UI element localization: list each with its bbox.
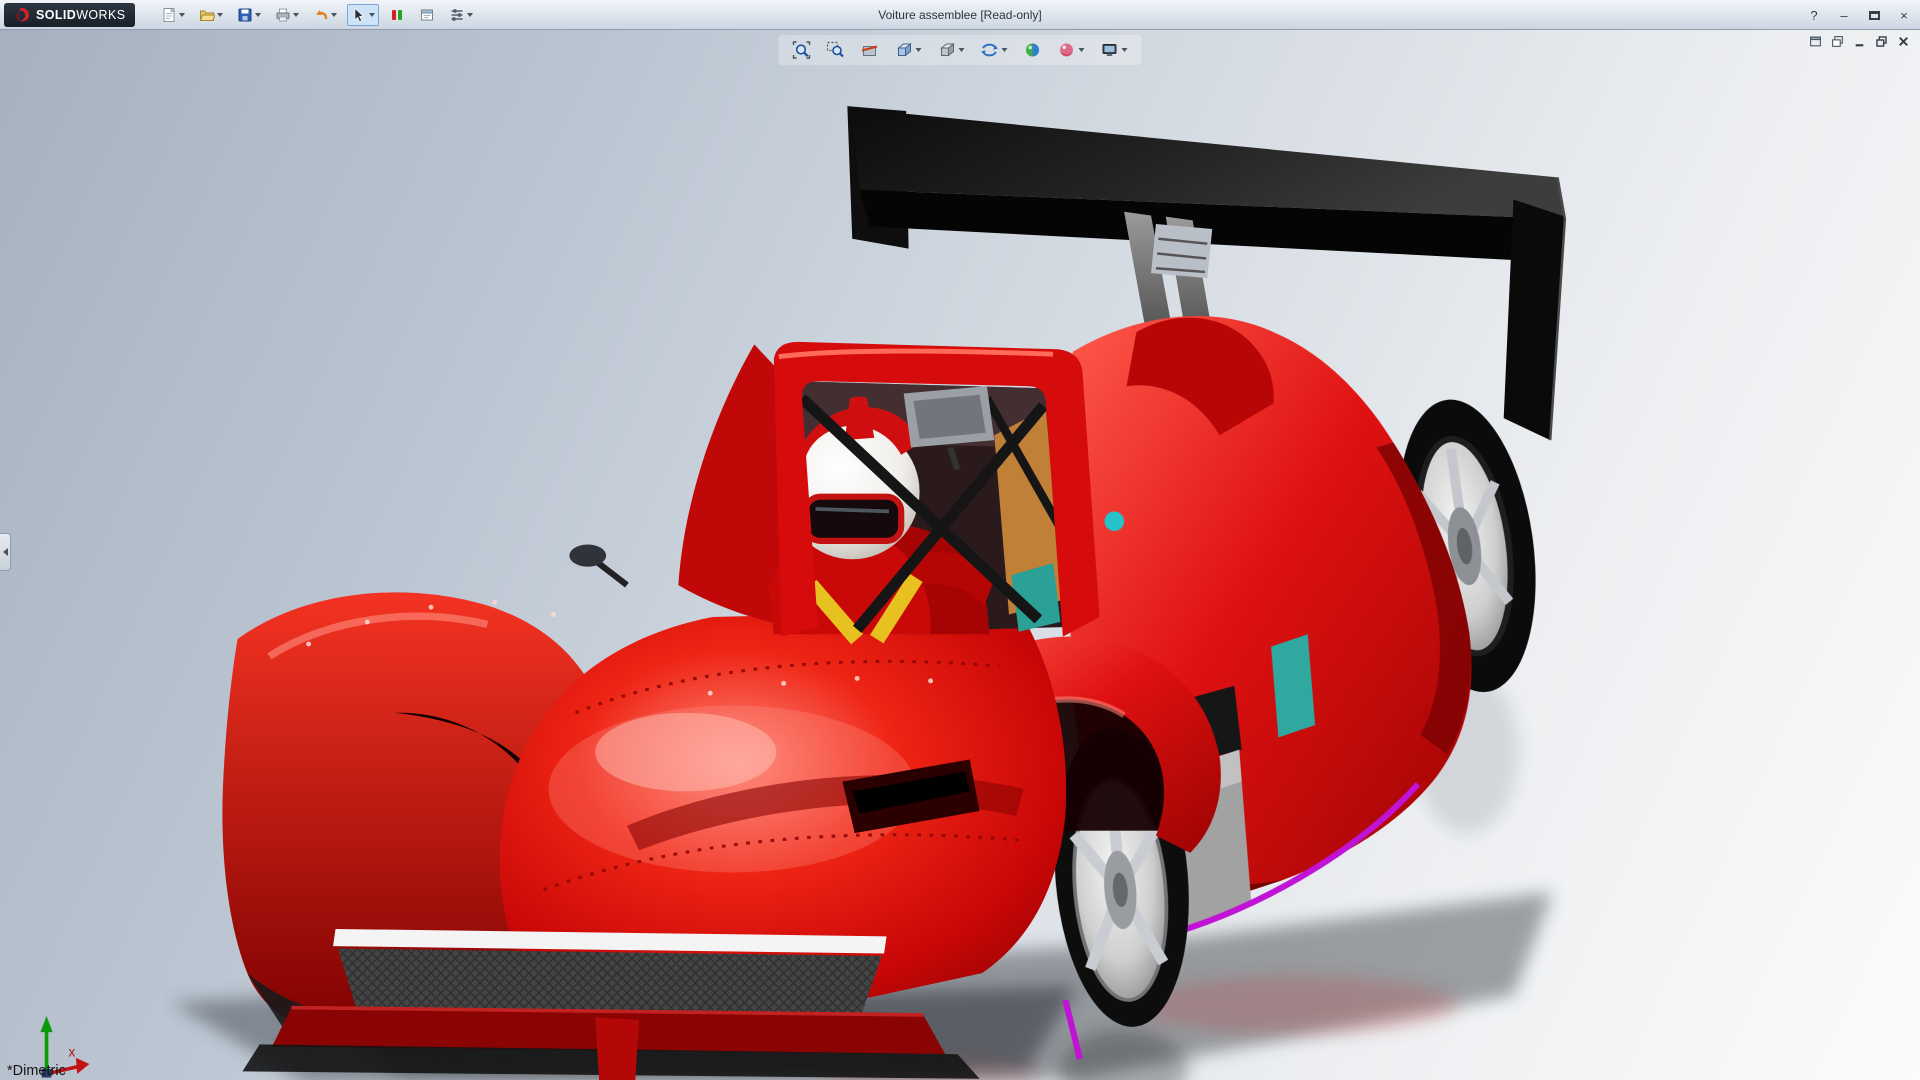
minimize-button[interactable]: –: [1834, 5, 1854, 25]
cascade-windows-icon: [1832, 36, 1843, 47]
select-cursor-icon: [355, 7, 365, 22]
cascade-windows-button[interactable]: [1829, 34, 1846, 49]
maximize-button[interactable]: [1864, 5, 1884, 25]
headsup-view-toolbar: [778, 35, 1142, 65]
open-folder-icon: [200, 10, 216, 21]
feature-tree-collapse-tab[interactable]: [0, 533, 11, 571]
zoom-to-fit-icon: [792, 41, 811, 59]
triad-x-label: x: [69, 1045, 76, 1060]
minimize-document-button[interactable]: [1851, 34, 1868, 49]
dropdown-caret[interactable]: [915, 48, 922, 52]
edit-appearance-button[interactable]: [1020, 38, 1046, 62]
select-button[interactable]: [347, 3, 380, 26]
help-button[interactable]: ?: [1804, 5, 1824, 25]
edit-appearance-globe-icon: [1026, 43, 1039, 57]
new-window-button[interactable]: [1807, 34, 1824, 49]
display-style-cube-icon: [940, 42, 955, 57]
dropdown-caret[interactable]: [1121, 48, 1128, 52]
new-document-button[interactable]: [157, 4, 189, 26]
drawing-sheet-button[interactable]: [415, 4, 439, 26]
apply-scene-button[interactable]: [1054, 38, 1089, 62]
save-floppy-icon: [238, 8, 252, 21]
window-title: Voiture assemblee [Read-only]: [878, 7, 1042, 22]
drawing-sheet-icon: [421, 9, 434, 20]
save-button[interactable]: [233, 4, 265, 26]
dropdown-caret[interactable]: [1001, 48, 1008, 52]
display-style-button[interactable]: [934, 38, 969, 62]
apply-scene-ball-icon: [1060, 43, 1073, 57]
dropdown-caret[interactable]: [958, 48, 965, 52]
options-sliders-icon: [451, 8, 463, 21]
open-button[interactable]: [195, 4, 227, 26]
dropdown-caret[interactable]: [217, 12, 224, 17]
view-settings-button[interactable]: [1097, 38, 1132, 62]
document-window-controls: [1807, 34, 1912, 49]
standard-toolbar: [157, 3, 477, 26]
minimize-document-icon: [1855, 44, 1864, 47]
3d-scene[interactable]: x: [0, 30, 1920, 1080]
dropdown-caret[interactable]: [1078, 48, 1085, 52]
side-mirror: [569, 544, 629, 588]
3ds-swirl-icon: [16, 7, 29, 21]
dropdown-caret[interactable]: [369, 12, 376, 17]
restore-document-icon: [1876, 36, 1887, 47]
maximize-icon: [1868, 10, 1880, 20]
undo-arrow-icon: [316, 9, 328, 19]
view-settings-icon: [1102, 44, 1117, 56]
dropdown-caret[interactable]: [179, 12, 186, 17]
options-button[interactable]: [445, 4, 477, 26]
zoom-to-fit-button[interactable]: [789, 38, 815, 62]
zoom-to-area-icon: [826, 41, 844, 58]
restore-document-button[interactable]: [1873, 34, 1890, 49]
view-orientation-label: *Dimetric: [7, 1063, 66, 1079]
undo-button[interactable]: [309, 4, 341, 26]
section-view-icon: [861, 45, 878, 56]
close-document-icon: [1899, 37, 1908, 46]
print-button[interactable]: [271, 4, 303, 26]
dropdown-caret[interactable]: [255, 12, 262, 17]
collapse-arrow-icon: [2, 548, 8, 556]
edit-color-button[interactable]: [385, 4, 409, 26]
edit-color-icon: [392, 9, 403, 20]
hide-show-items-icon: [981, 43, 998, 57]
close-document-button[interactable]: [1895, 34, 1912, 49]
solidworks-logo: SOLIDWORKS: [4, 2, 136, 27]
view-orientation-button[interactable]: [891, 38, 926, 62]
title-bar: SOLIDWORKS Voiture assemblee [Read-only]…: [0, 0, 1920, 30]
view-orientation-cube-icon: [897, 42, 912, 57]
dropdown-caret[interactable]: [293, 12, 300, 17]
cockpit-part[interactable]: [569, 341, 1100, 645]
dropdown-caret[interactable]: [467, 12, 474, 17]
print-icon: [276, 8, 290, 21]
close-button[interactable]: ×: [1894, 5, 1914, 25]
new-document-icon: [163, 7, 176, 22]
section-view-button[interactable]: [857, 38, 883, 62]
hide-show-items-button[interactable]: [977, 38, 1012, 62]
new-window-icon: [1810, 36, 1821, 47]
zoom-to-area-button[interactable]: [823, 38, 849, 62]
window-controls: ? – ×: [1804, 0, 1914, 30]
dropdown-caret[interactable]: [331, 12, 338, 17]
logo-text: SOLIDWORKS: [36, 7, 126, 22]
graphics-area[interactable]: x *Dimetric: [0, 30, 1920, 1080]
